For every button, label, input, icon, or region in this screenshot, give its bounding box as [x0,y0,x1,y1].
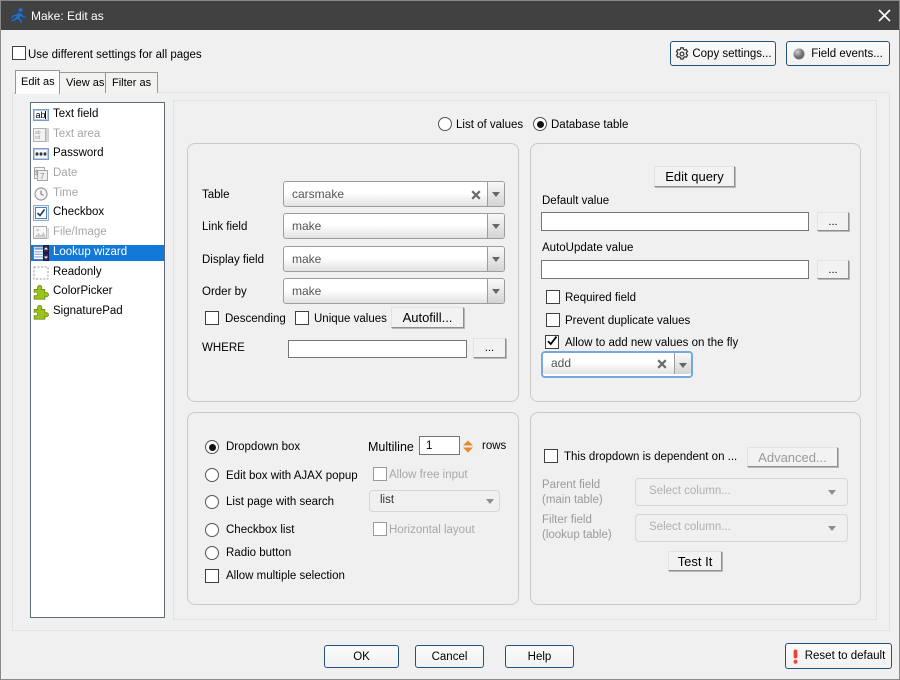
svg-text:7: 7 [40,172,45,181]
svg-text:ab: ab [36,110,46,120]
svg-text:$: $ [35,170,39,177]
svg-text:cd: cd [35,135,41,141]
